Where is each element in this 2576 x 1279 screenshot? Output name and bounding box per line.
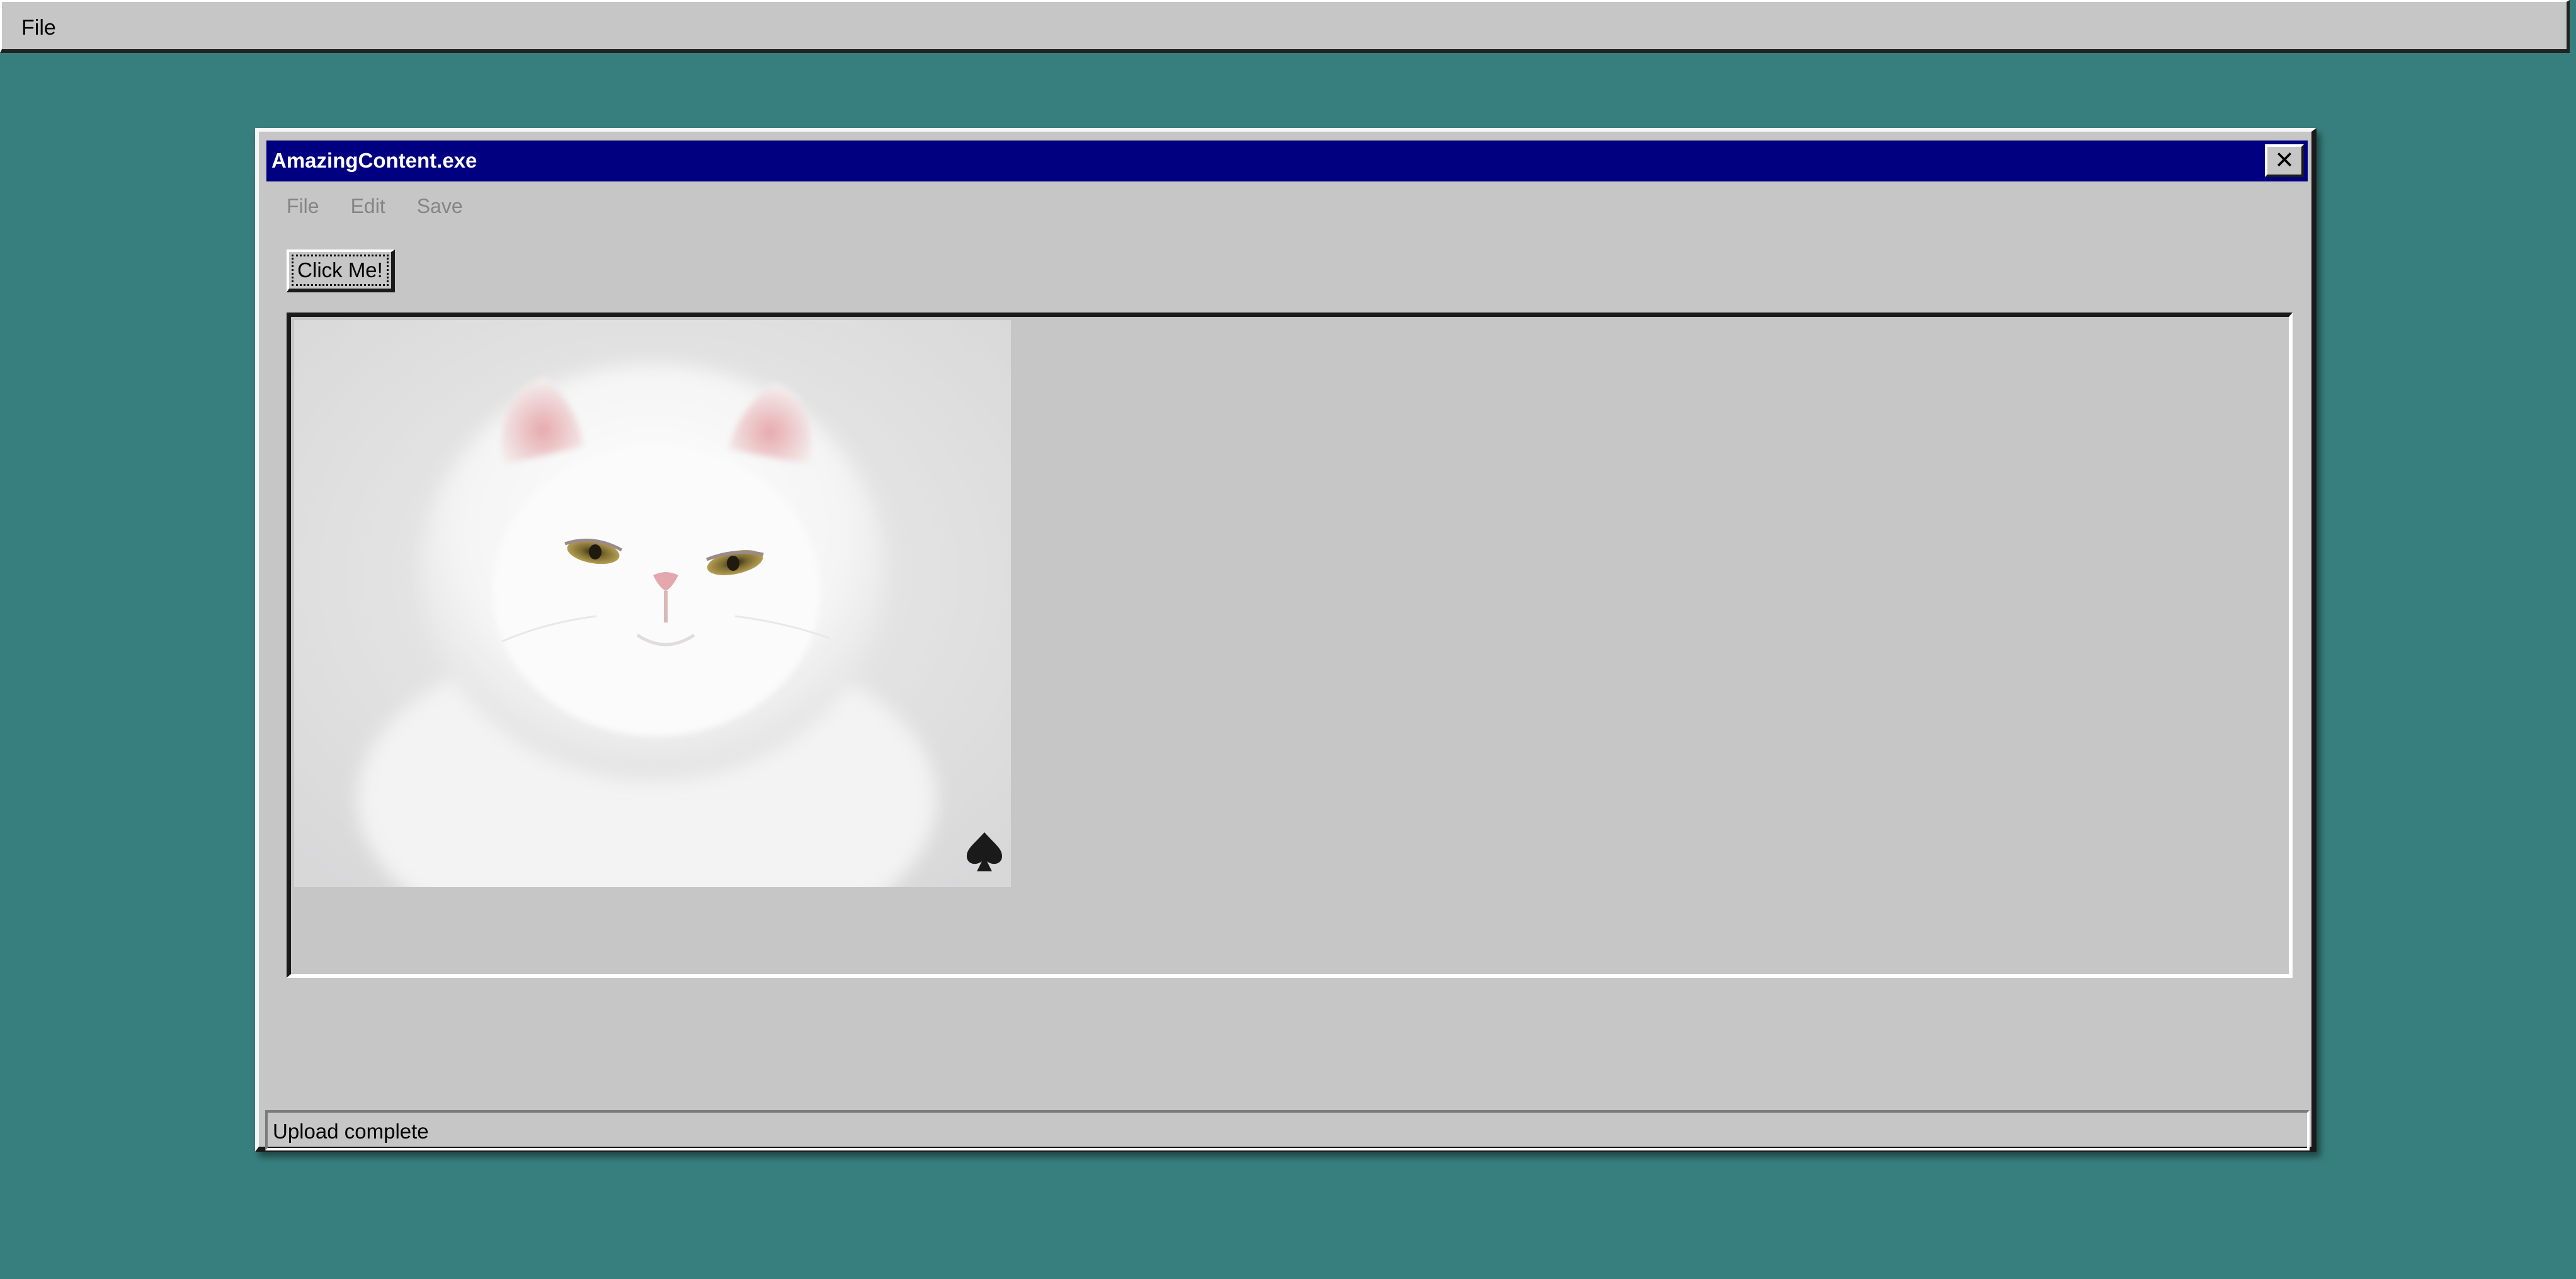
window-titlebar[interactable]: AmazingContent.exe ✕ [266,141,2308,181]
app-window: AmazingContent.exe ✕ File Edit Save Clic… [255,128,2317,1152]
close-icon: ✕ [2274,147,2294,174]
desktop-menu-file[interactable]: File [21,16,56,40]
click-me-button-label: Click Me! [292,255,389,286]
menu-save[interactable]: Save [417,195,463,218]
status-bar: Upload complete [265,1110,2310,1150]
content-panel [287,313,2293,978]
cat-image [294,320,1011,887]
desktop-menubar: File [0,0,2570,53]
click-me-button[interactable]: Click Me! [287,249,395,292]
status-text: Upload complete [273,1120,429,1143]
menu-file[interactable]: File [287,195,319,218]
window-menubar: File Edit Save [287,195,463,218]
menu-edit[interactable]: Edit [351,195,385,218]
window-title: AmazingContent.exe [271,149,477,172]
close-button[interactable]: ✕ [2265,144,2304,177]
